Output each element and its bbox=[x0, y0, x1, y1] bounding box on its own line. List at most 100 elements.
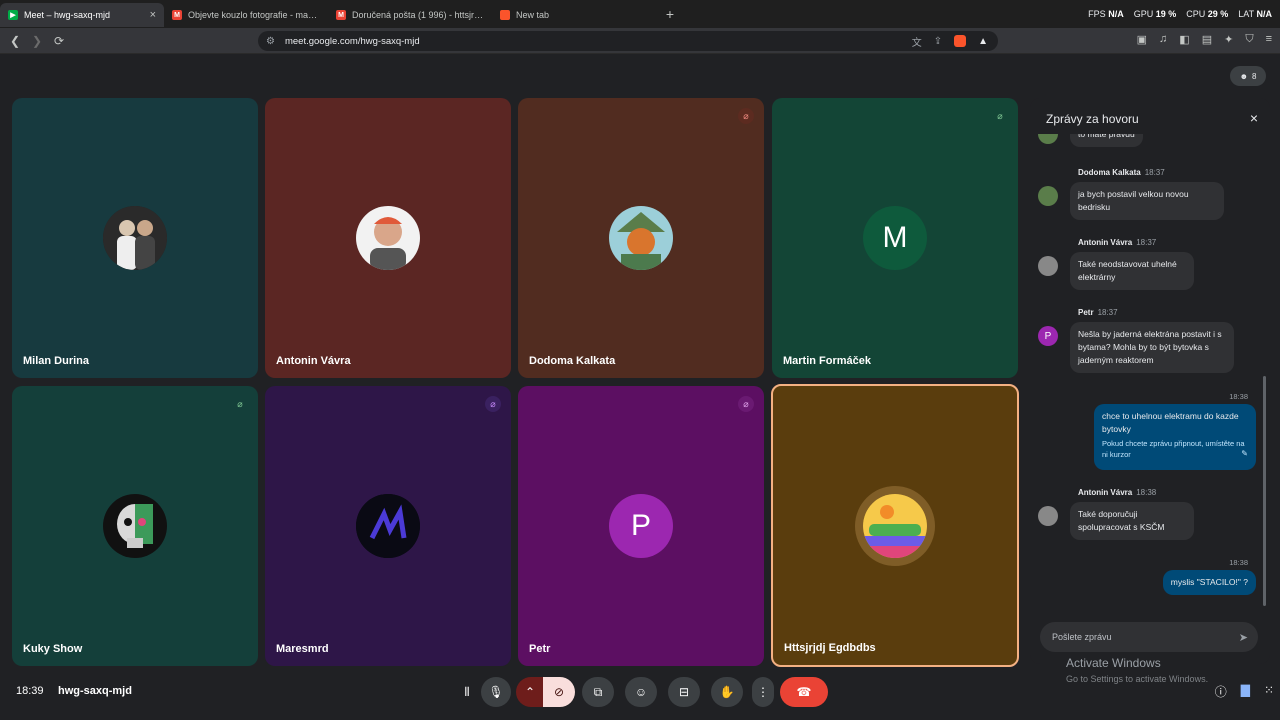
translate-icon[interactable]: 文 bbox=[912, 34, 922, 49]
avatar bbox=[103, 494, 167, 558]
media-icon[interactable]: ♫ bbox=[1159, 33, 1167, 46]
avatar bbox=[103, 206, 167, 270]
message-meta: Antonin Vávra 18:38 bbox=[1078, 488, 1157, 497]
menu-icon[interactable]: ≡ bbox=[1266, 33, 1272, 46]
reactions-button[interactable]: ☺ bbox=[625, 677, 657, 707]
message-text: Nešla by jaderná elektrána postavit i s … bbox=[1070, 322, 1234, 373]
tab-gmail-2[interactable]: M Doručená pošta (1 996) - httsjrjdjegd bbox=[328, 3, 492, 27]
participant-name: Martin Formáček bbox=[783, 355, 872, 367]
mic-off-icon: ⌀ bbox=[997, 110, 1003, 121]
message-text: Také doporučuji spolupracovat s KSČM bbox=[1070, 502, 1194, 540]
camera-off-icon: ⊘ bbox=[553, 685, 565, 699]
pin-icon[interactable]: ✎ bbox=[1241, 447, 1248, 460]
avatar bbox=[609, 206, 673, 270]
vpn-icon[interactable]: ⛉ bbox=[1245, 33, 1253, 46]
brave-rewards-icon[interactable]: ▲ bbox=[978, 36, 988, 47]
camera-options-button[interactable]: ⌃ bbox=[516, 677, 544, 707]
tab-new[interactable]: New tab bbox=[492, 3, 656, 27]
meeting-code: hwg-saxq-mjd bbox=[58, 685, 132, 697]
back-icon[interactable]: ❮ bbox=[4, 34, 26, 48]
participant-tile[interactable]: Milan Durina bbox=[12, 98, 258, 378]
participants-button[interactable]: ☻ 8 bbox=[1230, 66, 1266, 86]
participant-tile[interactable]: ⌀ Dodoma Kalkata bbox=[518, 98, 764, 378]
screenshot-icon[interactable]: ▣ bbox=[1137, 33, 1147, 46]
audio-levels-icon[interactable]: ⦀ bbox=[454, 677, 480, 707]
participant-tile[interactable]: ⌀ Maresmrd bbox=[265, 386, 511, 666]
cpu-stat: CPU 29 % bbox=[1186, 9, 1229, 19]
chat-scrollbar[interactable] bbox=[1263, 376, 1266, 606]
fps-stat: FPS N/A bbox=[1088, 9, 1124, 19]
participant-tile[interactable]: ⌀ M Martin Formáček bbox=[772, 98, 1018, 378]
wallet-icon[interactable]: ▤ bbox=[1202, 33, 1212, 46]
microphone-icon: 🎙 bbox=[488, 685, 504, 699]
participant-name: Httsjrjdj Egdbdbs bbox=[784, 642, 876, 654]
info-icon[interactable]: ⓘ bbox=[1215, 683, 1227, 700]
present-screen-icon: ⧉ bbox=[593, 684, 603, 699]
participant-tile[interactable]: ⌀ P Petr bbox=[518, 386, 764, 666]
photo-avatar-icon bbox=[356, 206, 420, 270]
close-icon[interactable]: × bbox=[1250, 110, 1258, 126]
address-bar-row: ❮ ❯ ⟳ ⚙ meet.google.com/hwg-saxq-mjd 文 ⇪… bbox=[0, 28, 1280, 54]
share-icon[interactable]: ⇪ bbox=[934, 36, 942, 47]
avatar-initial: P bbox=[630, 509, 651, 542]
message-text: myslis "STACILO!" ? bbox=[1162, 570, 1256, 595]
chat-icon[interactable]: ▇ bbox=[1241, 683, 1250, 700]
message-time: 18:38 bbox=[1229, 558, 1248, 567]
avatar bbox=[1038, 134, 1058, 144]
new-tab-button[interactable]: + bbox=[660, 6, 680, 22]
reload-icon[interactable]: ⟳ bbox=[48, 34, 70, 48]
participant-name: Maresmrd bbox=[276, 643, 329, 655]
participant-tile[interactable]: ⌀ Kuky Show bbox=[12, 386, 258, 666]
end-call-icon: ☎ bbox=[796, 685, 812, 699]
emoji-icon: ☺ bbox=[634, 685, 648, 699]
leo-icon[interactable]: ✦ bbox=[1224, 33, 1233, 46]
chat-messages[interactable]: to máte pravdu Dodoma Kalkata 18:37 ja by… bbox=[1030, 134, 1270, 604]
mic-off-icon: ⌀ bbox=[738, 108, 754, 124]
message-meta: Petr 18:37 bbox=[1078, 308, 1118, 317]
avatar bbox=[356, 494, 420, 558]
leave-call-button[interactable]: ☎ bbox=[780, 677, 828, 707]
meeting-clock: 18:39 bbox=[16, 685, 44, 697]
avatar: M bbox=[863, 206, 927, 270]
gmail-favicon-icon: M bbox=[336, 10, 346, 20]
send-icon[interactable]: ➤ bbox=[1239, 631, 1248, 644]
captions-button[interactable]: ⊟ bbox=[668, 677, 700, 707]
lat-stat: LAT N/A bbox=[1238, 9, 1272, 19]
forward-icon[interactable]: ❯ bbox=[26, 34, 48, 48]
site-info-icon[interactable]: ⚙ bbox=[266, 36, 275, 47]
pin-hint: Pokud chcete zprávu připnout, umístěte n… bbox=[1102, 439, 1245, 459]
own-message-bubble[interactable]: chce to uhelnou elektramu do kazde bytov… bbox=[1094, 404, 1256, 470]
chat-panel: Zprávy za hovoru × to máte pravdu Dodoma… bbox=[1030, 98, 1270, 664]
avatar bbox=[1038, 256, 1058, 276]
meet-side-controls: ⓘ ▇ ⁙ bbox=[1215, 683, 1274, 700]
message-input[interactable]: Pošlete zprávu ➤ bbox=[1040, 622, 1258, 652]
url-field[interactable]: ⚙ meet.google.com/hwg-saxq-mjd 文 ⇪ ▲ bbox=[258, 31, 998, 51]
participant-tile-speaking[interactable]: Httsjrjdj Egdbdbs bbox=[771, 384, 1019, 667]
hand-icon: ✋ bbox=[719, 685, 735, 699]
tab-close-icon[interactable]: × bbox=[150, 9, 156, 21]
participant-name: Petr bbox=[529, 643, 551, 655]
browser-tab-bar: ▶ Meet – hwg-saxq-mjd × M Objevte kouzlo… bbox=[0, 0, 1280, 28]
people-icon: ☻ bbox=[1239, 71, 1248, 81]
present-button[interactable]: ⧉ bbox=[582, 677, 614, 707]
photo-avatar-icon bbox=[609, 206, 673, 270]
participant-name: Antonin Vávra bbox=[276, 355, 351, 367]
chat-title: Zprávy za hovoru bbox=[1046, 112, 1139, 126]
tab-meet[interactable]: ▶ Meet – hwg-saxq-mjd × bbox=[0, 3, 164, 27]
message-meta: Dodoma Kalkata 18:37 bbox=[1078, 168, 1165, 177]
activate-windows-title: Activate Windows bbox=[1066, 656, 1161, 670]
message-text: ja bych postavil velkou novou bedrisku bbox=[1070, 182, 1224, 220]
camera-off-button[interactable]: ⊘ bbox=[543, 677, 575, 707]
url-text: meet.google.com/hwg-saxq-mjd bbox=[284, 35, 420, 47]
tab-gmail-1[interactable]: M Objevte kouzlo fotografie - maxanc? bbox=[164, 3, 328, 27]
activities-icon[interactable]: ⁙ bbox=[1264, 683, 1274, 700]
brave-shields-icon[interactable] bbox=[954, 35, 967, 47]
participant-tile[interactable]: Antonin Vávra bbox=[265, 98, 511, 378]
mic-off-icon: ⌀ bbox=[738, 396, 754, 412]
raise-hand-button[interactable]: ✋ bbox=[711, 677, 743, 707]
microphone-button[interactable]: 🎙 bbox=[481, 677, 511, 707]
more-options-button[interactable]: ⋮ bbox=[752, 677, 774, 707]
mic-off-icon: ⌀ bbox=[485, 396, 501, 412]
crocodile-avatar-icon bbox=[863, 494, 927, 558]
sidebar-icon[interactable]: ◧ bbox=[1179, 33, 1189, 46]
